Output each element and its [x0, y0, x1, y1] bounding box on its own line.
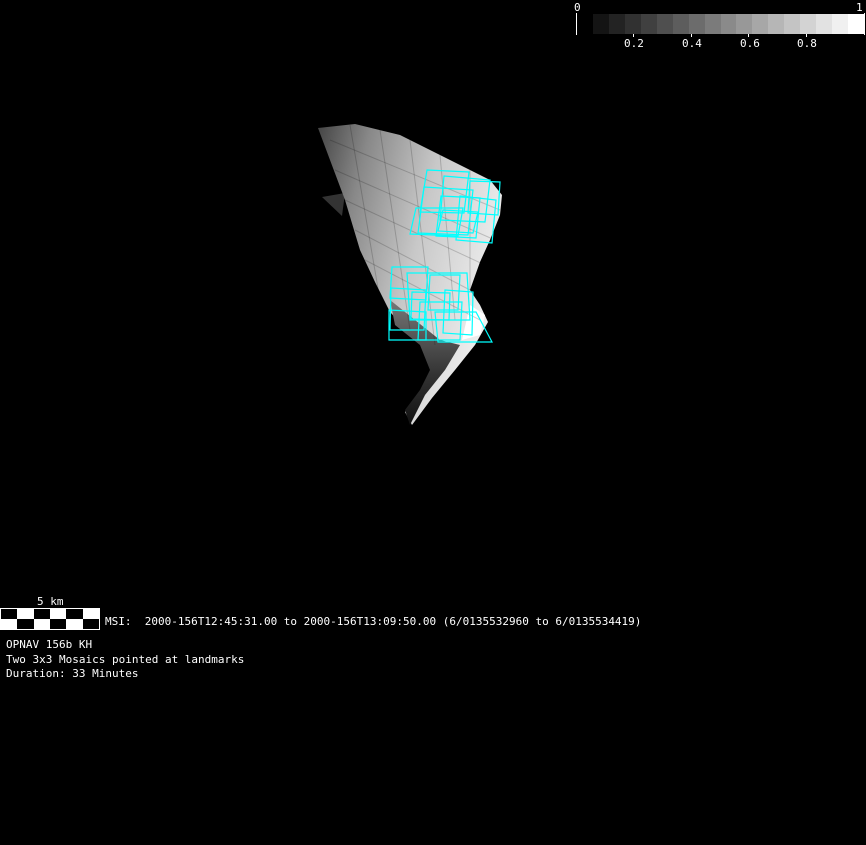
scale-bar-segment: [66, 609, 83, 619]
msi-time-range: MSI: 2000-156T12:45:31.00 to 2000-156T13…: [105, 615, 642, 628]
asteroid-render-view: [318, 124, 502, 425]
colorbar-swatch: [608, 14, 625, 34]
scale-bar: [0, 608, 100, 630]
observation-duration: Duration: 33 Minutes: [6, 667, 139, 680]
scale-bar-segment: [50, 619, 67, 629]
scale-bar-label: 5 km: [37, 595, 64, 608]
colorbar-swatch: [832, 14, 848, 34]
scale-bar-segment: [66, 619, 83, 629]
colorbar-max-tick: [864, 13, 865, 35]
colorbar-min-label: 0: [574, 1, 581, 14]
colorbar-swatch: [848, 14, 864, 34]
colorbar-tick-label: 0.6: [740, 37, 760, 50]
scale-bar-segment: [1, 619, 18, 629]
colorbar-swatch: [656, 14, 673, 34]
colorbar-swatch: [816, 14, 833, 34]
colorbar-swatch: [640, 14, 657, 34]
scale-bar-segment: [82, 609, 99, 619]
scale-bar-segment: [17, 619, 34, 629]
colorbar-swatch: [624, 14, 641, 34]
scale-bar-segment: [50, 609, 67, 619]
asteroid-shape: [318, 124, 502, 425]
colorbar-swatch: [672, 14, 689, 34]
scale-bar-segment: [33, 619, 50, 629]
colorbar-min-tick: [576, 13, 577, 35]
colorbar-swatch: [800, 14, 817, 34]
colorbar-swatch: [752, 14, 769, 34]
colorbar: [593, 14, 864, 34]
colorbar-swatch: [784, 14, 801, 34]
scale-bar-segment: [33, 609, 50, 619]
observation-description: Two 3x3 Mosaics pointed at landmarks: [6, 653, 245, 666]
colorbar-swatch: [768, 14, 785, 34]
scale-bar-segment: [17, 609, 34, 619]
colorbar-tick-label: 0.4: [682, 37, 702, 50]
colorbar-max-label: 1: [856, 1, 863, 14]
observation-title: OPNAV 156b KH: [6, 638, 93, 651]
colorbar-tick-label: 0.8: [797, 37, 817, 50]
scale-bar-segment: [82, 619, 99, 629]
colorbar-swatch: [720, 14, 737, 34]
colorbar-tick-label: 0.2: [624, 37, 644, 50]
scale-bar-segment: [1, 609, 18, 619]
colorbar-swatch: [704, 14, 721, 34]
colorbar-swatch: [736, 14, 753, 34]
colorbar-swatch: [688, 14, 705, 34]
colorbar-swatch: [593, 14, 609, 34]
